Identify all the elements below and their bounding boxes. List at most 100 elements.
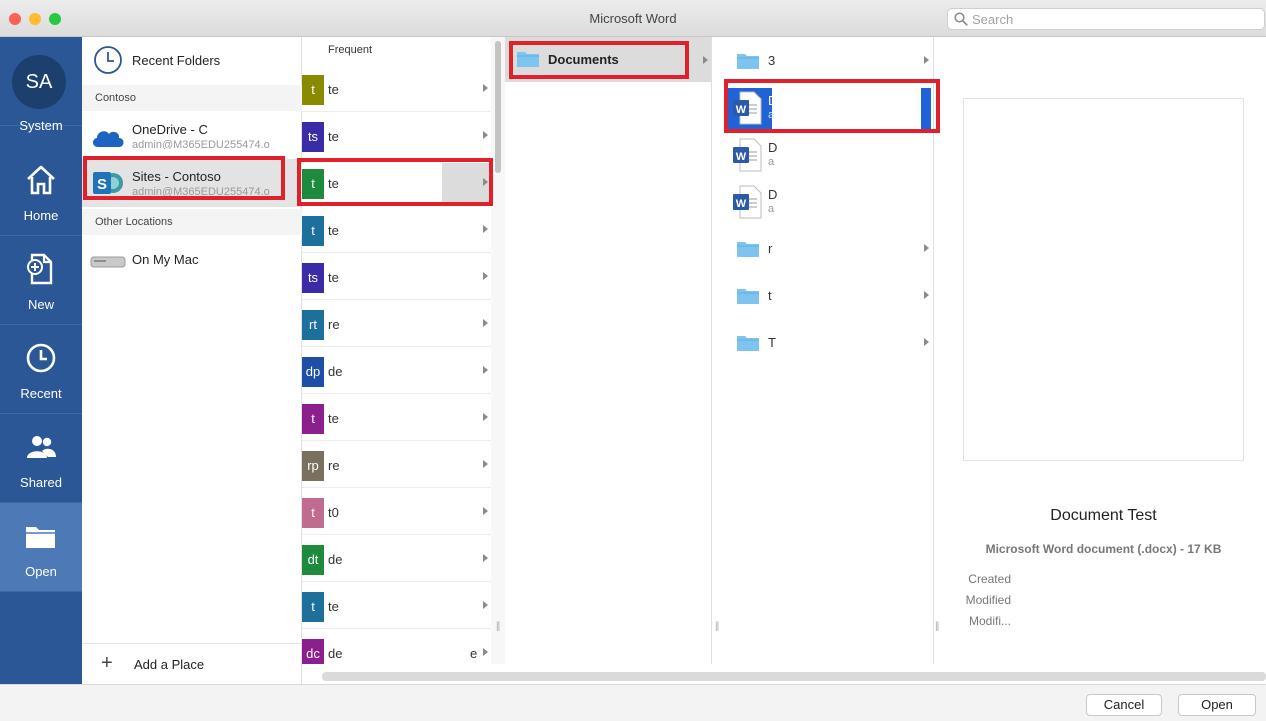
folder-row[interactable]: 3 xyxy=(724,37,934,84)
plus-icon: + xyxy=(101,652,113,674)
nav-recent-label: Recent xyxy=(20,386,62,401)
horizontal-scrollbar[interactable] xyxy=(322,672,1266,681)
chevron-right-icon xyxy=(483,601,488,609)
recent-folders-item[interactable]: Recent Folders xyxy=(82,37,302,83)
nav-open[interactable]: Open xyxy=(0,503,82,592)
folder-icon xyxy=(737,336,759,351)
folder-row[interactable]: t xyxy=(724,272,934,319)
nav-open-label: Open xyxy=(25,564,57,579)
chevron-right-icon xyxy=(924,244,929,252)
frequent-item[interactable]: rp re xyxy=(302,441,491,488)
item-subtitle: a xyxy=(768,203,774,215)
search-box[interactable] xyxy=(947,8,1265,30)
nav-new[interactable]: New xyxy=(0,236,82,325)
word-document-icon: W xyxy=(733,138,762,172)
red-highlight-document xyxy=(724,79,940,133)
chevron-right-icon xyxy=(483,507,488,515)
nav-shared-label: Shared xyxy=(20,475,62,490)
document-type: Microsoft Word document (.docx) - 17 KB xyxy=(985,542,1222,556)
chevron-right-icon xyxy=(483,366,488,374)
frequent-item-suffix: e xyxy=(470,646,478,661)
frequent-item[interactable]: t te xyxy=(302,394,491,441)
item-name: t xyxy=(768,288,772,303)
add-place-button[interactable]: + Add a Place xyxy=(82,649,302,679)
frequent-item[interactable]: t t0 xyxy=(302,488,491,535)
chevron-right-icon xyxy=(483,225,488,233)
onedrive-item[interactable]: OneDrive - C admin@M365EDU255474.o xyxy=(82,113,302,159)
frequent-item-name: de xyxy=(328,364,342,379)
modified-by-label: Modifi... xyxy=(968,614,1011,628)
frequent-item[interactable]: t te xyxy=(302,206,491,253)
site-tile-icon: t xyxy=(302,404,324,434)
chevron-right-icon xyxy=(703,56,708,64)
nav-home-label: Home xyxy=(23,208,59,223)
open-button[interactable]: Open xyxy=(1178,694,1256,716)
document-title: Document Test xyxy=(1050,507,1157,524)
frequent-item-name: de xyxy=(328,646,342,661)
avatar: SA xyxy=(12,55,66,109)
scrollbar[interactable] xyxy=(491,37,505,664)
column-resize-handle[interactable]: || xyxy=(496,621,500,632)
nav-system-label: System xyxy=(19,118,63,133)
chevron-right-icon xyxy=(483,460,488,468)
created-label: Created xyxy=(968,572,1011,586)
column-resize-handle[interactable]: || xyxy=(715,621,719,632)
nav-home[interactable]: Home xyxy=(0,147,82,236)
frequent-item-name: te xyxy=(328,129,339,144)
scrollbar-thumb[interactable] xyxy=(495,41,501,173)
nav-system[interactable]: SA System xyxy=(0,37,82,133)
modified-label: Modified xyxy=(965,593,1011,607)
site-tile-icon: t xyxy=(302,498,324,528)
red-highlight-documents xyxy=(509,41,689,79)
red-highlight-frequent xyxy=(297,158,493,206)
folder-row[interactable]: r xyxy=(724,225,934,272)
on-my-mac-item[interactable]: On My Mac xyxy=(82,237,302,283)
frequent-item[interactable]: dc de e xyxy=(302,629,491,664)
frequent-item[interactable]: ts te xyxy=(302,253,491,300)
section-other-locations: Other Locations xyxy=(82,209,302,235)
word-document-icon: W xyxy=(733,185,762,219)
cancel-button[interactable]: Cancel xyxy=(1086,694,1162,716)
item-name: 3 xyxy=(768,53,776,68)
nav-recent[interactable]: Recent xyxy=(0,325,82,414)
svg-text:W: W xyxy=(736,198,747,210)
onedrive-title: OneDrive - C xyxy=(132,122,208,137)
divider xyxy=(82,643,302,644)
frequent-item[interactable]: ts te xyxy=(302,112,491,159)
chevron-right-icon xyxy=(924,291,929,299)
frequent-item[interactable]: rt re xyxy=(302,300,491,347)
frequent-item-name: te xyxy=(328,82,339,97)
chevron-right-icon xyxy=(483,554,488,562)
frequent-item-name: te xyxy=(328,599,339,614)
site-tile-icon: dp xyxy=(302,357,324,387)
column-resize-handle[interactable]: || xyxy=(935,621,939,632)
bottom-bar: Cancel Open xyxy=(0,684,1266,721)
frequent-header: Frequent xyxy=(328,44,373,56)
chevron-right-icon xyxy=(483,131,488,139)
site-tile-icon: t xyxy=(302,75,324,105)
chevron-right-icon xyxy=(924,56,929,64)
item-name: D xyxy=(768,187,778,202)
frequent-item[interactable]: dp de xyxy=(302,347,491,394)
folder-row[interactable]: T xyxy=(724,319,934,366)
section-contoso: Contoso xyxy=(82,85,302,111)
places-panel: Recent Folders Contoso OneDrive - C admi… xyxy=(82,37,302,684)
folder-icon xyxy=(26,527,55,548)
frequent-item[interactable]: t te xyxy=(302,65,491,112)
search-input[interactable] xyxy=(972,12,1252,27)
folder-icon xyxy=(737,289,759,304)
document-row[interactable]: W Da xyxy=(724,178,934,225)
chevron-right-icon xyxy=(483,648,488,656)
chevron-right-icon xyxy=(483,84,488,92)
chevron-right-icon xyxy=(483,413,488,421)
document-thumbnail xyxy=(963,98,1244,461)
onedrive-subtitle: admin@M365EDU255474.o xyxy=(132,139,270,149)
item-subtitle: a xyxy=(768,156,774,168)
search-icon xyxy=(954,12,968,26)
chevron-right-icon xyxy=(483,319,488,327)
frequent-item[interactable]: t te xyxy=(302,582,491,629)
site-tile-icon: ts xyxy=(302,263,324,293)
document-row[interactable]: W Da xyxy=(724,131,934,178)
nav-shared[interactable]: Shared xyxy=(0,414,82,503)
frequent-item[interactable]: dt de xyxy=(302,535,491,582)
